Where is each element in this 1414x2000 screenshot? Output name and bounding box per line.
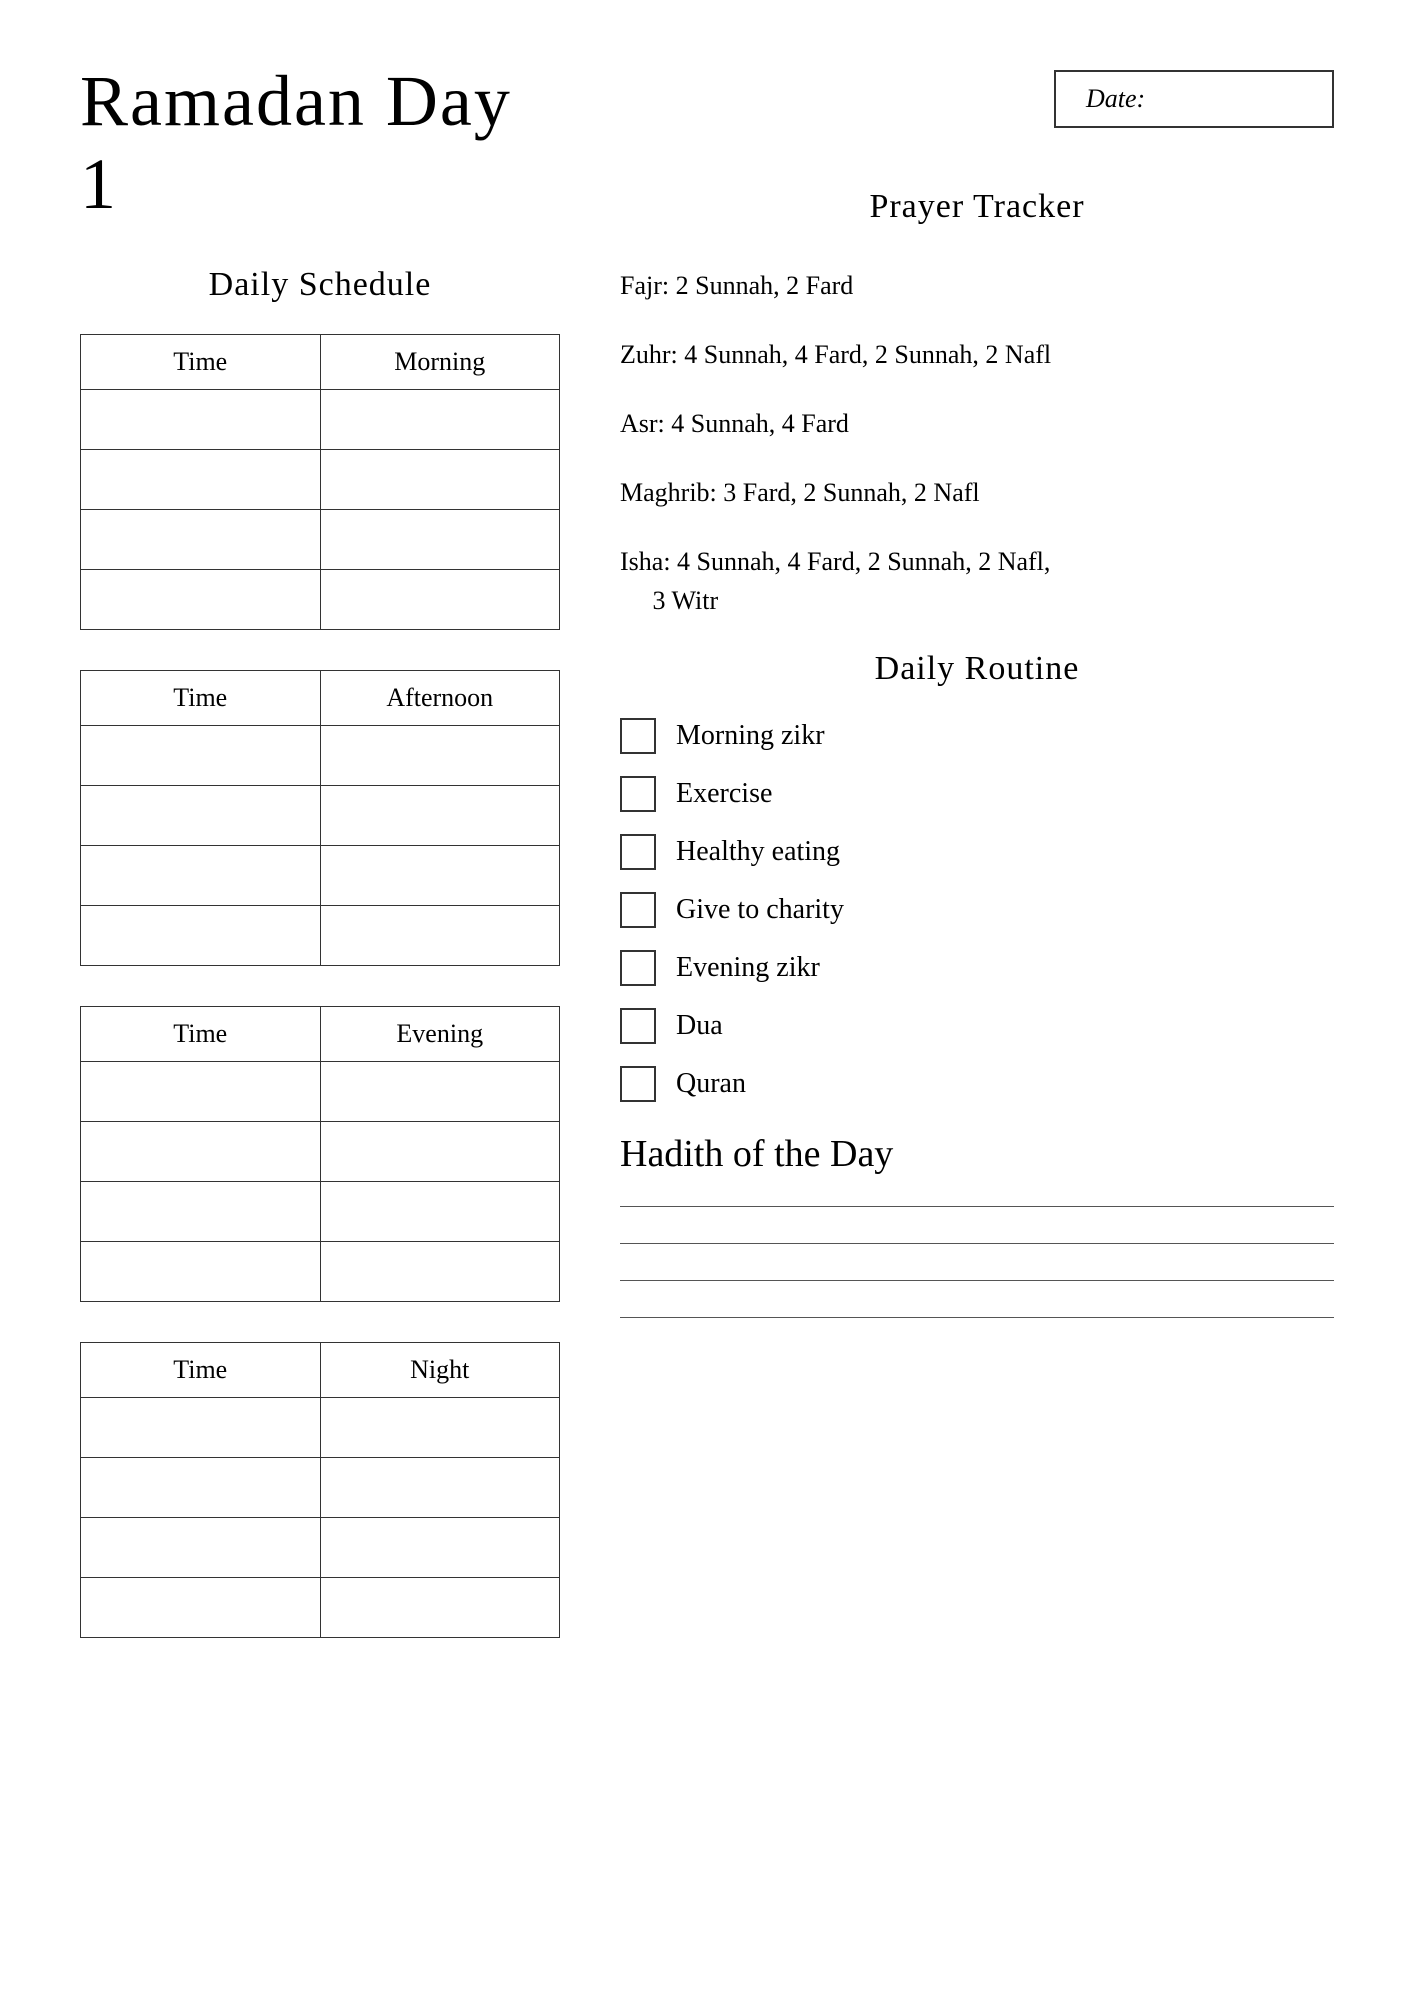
checkbox-dua[interactable]	[620, 1008, 656, 1044]
date-box[interactable]: Date:	[1054, 70, 1334, 128]
time-header-night: Time	[81, 1343, 321, 1398]
hadith-line-4	[620, 1317, 1334, 1318]
time-header-evening: Time	[81, 1007, 321, 1062]
routine-label-evening-zikr: Evening zikr	[676, 952, 820, 984]
routine-evening-zikr: Evening zikr	[620, 950, 1334, 986]
table-row	[81, 1578, 560, 1638]
afternoon-table: Time Afternoon	[80, 670, 560, 966]
table-row	[81, 510, 560, 570]
date-box-container: Date:	[620, 70, 1334, 168]
hadith-line-2	[620, 1243, 1334, 1244]
routine-healthy-eating: Healthy eating	[620, 834, 1334, 870]
hadith-line-1	[620, 1206, 1334, 1207]
routine-exercise: Exercise	[620, 776, 1334, 812]
prayer-tracker-title: Prayer Tracker	[620, 188, 1334, 226]
table-row	[81, 1122, 560, 1182]
routine-label-dua: Dua	[676, 1010, 723, 1042]
checkbox-morning-zikr[interactable]	[620, 718, 656, 754]
routine-dua: Dua	[620, 1008, 1334, 1044]
time-header-morning: Time	[81, 335, 321, 390]
page-title: Ramadan Day 1	[80, 60, 560, 226]
prayer-maghrib: Maghrib: 3 Fard, 2 Sunnah, 2 Nafl	[620, 473, 1334, 512]
table-row	[81, 1398, 560, 1458]
evening-header: Evening	[320, 1007, 560, 1062]
routine-quran: Quran	[620, 1066, 1334, 1102]
routine-label-quran: Quran	[676, 1068, 746, 1100]
checkbox-healthy-eating[interactable]	[620, 834, 656, 870]
table-row	[81, 726, 560, 786]
checkbox-quran[interactable]	[620, 1066, 656, 1102]
morning-header: Morning	[320, 335, 560, 390]
prayer-fajr: Fajr: 2 Sunnah, 2 Fard	[620, 266, 1334, 305]
prayer-zuhr: Zuhr: 4 Sunnah, 4 Fard, 2 Sunnah, 2 Nafl	[620, 335, 1334, 374]
table-row	[81, 1518, 560, 1578]
routine-label-morning-zikr: Morning zikr	[676, 720, 825, 752]
table-row	[81, 1458, 560, 1518]
morning-table: Time Morning	[80, 334, 560, 630]
date-label: Date:	[1086, 84, 1145, 113]
table-row	[81, 450, 560, 510]
routine-label-give-to-charity: Give to charity	[676, 894, 844, 926]
routine-morning-zikr: Morning zikr	[620, 718, 1334, 754]
daily-routine-title: Daily Routine	[620, 650, 1334, 688]
prayer-asr: Asr: 4 Sunnah, 4 Fard	[620, 404, 1334, 443]
evening-table: Time Evening	[80, 1006, 560, 1302]
table-row	[81, 786, 560, 846]
table-row	[81, 570, 560, 630]
checkbox-give-to-charity[interactable]	[620, 892, 656, 928]
routine-give-to-charity: Give to charity	[620, 892, 1334, 928]
checkbox-evening-zikr[interactable]	[620, 950, 656, 986]
table-row	[81, 1182, 560, 1242]
prayer-isha: Isha: 4 Sunnah, 4 Fard, 2 Sunnah, 2 Nafl…	[620, 542, 1334, 620]
hadith-line-3	[620, 1280, 1334, 1281]
checkbox-exercise[interactable]	[620, 776, 656, 812]
table-row	[81, 846, 560, 906]
table-row	[81, 906, 560, 966]
table-row	[81, 390, 560, 450]
hadith-title: Hadith of the Day	[620, 1132, 1334, 1176]
night-table: Time Night	[80, 1342, 560, 1638]
routine-label-healthy-eating: Healthy eating	[676, 836, 840, 868]
time-header-afternoon: Time	[81, 671, 321, 726]
schedule-title: Daily Schedule	[80, 266, 560, 304]
routine-label-exercise: Exercise	[676, 778, 772, 810]
night-header: Night	[320, 1343, 560, 1398]
table-row	[81, 1062, 560, 1122]
table-row	[81, 1242, 560, 1302]
afternoon-header: Afternoon	[320, 671, 560, 726]
